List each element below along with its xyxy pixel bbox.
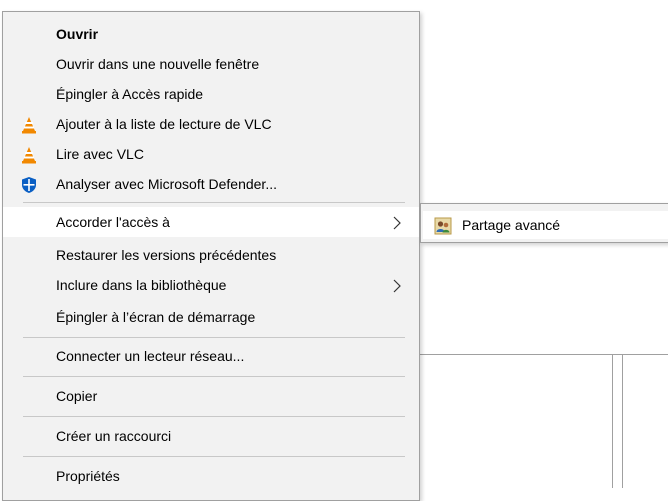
menu-item-vlc-add-playlist[interactable]: Ajouter à la liste de lecture de VLC: [3, 109, 419, 139]
menu-item-include-library[interactable]: Inclure dans la bibliothèque: [3, 270, 419, 300]
menu-item-properties[interactable]: Propriétés: [3, 461, 419, 491]
menu-item-map-network-drive[interactable]: Connecter un lecteur réseau...: [3, 341, 419, 371]
give-access-submenu: Partage avancé: [420, 203, 668, 243]
vlc-icon: [22, 117, 36, 134]
menu-item-label: Créer un raccourci: [56, 428, 172, 444]
menu-separator: [23, 416, 405, 417]
menu-separator: [23, 337, 405, 338]
users-share-icon: [434, 217, 452, 235]
menu-item-pin-start[interactable]: Épingler à l’écran de démarrage: [3, 302, 419, 332]
menu-item-copy[interactable]: Copier: [3, 381, 419, 411]
menu-separator: [23, 456, 405, 457]
menu-item-restore-versions[interactable]: Restaurer les versions précédentes: [3, 240, 419, 270]
vlc-icon: [22, 147, 36, 164]
menu-separator: [23, 202, 405, 203]
background-window-border: [622, 354, 623, 488]
submenu-item-label: Partage avancé: [462, 217, 561, 233]
menu-item-label: Ajouter à la liste de lecture de VLC: [56, 116, 272, 132]
menu-item-label: Épingler à Accès rapide: [56, 86, 204, 102]
defender-shield-icon: [22, 177, 36, 193]
chevron-right-icon: [393, 216, 401, 230]
menu-item-label: Lire avec VLC: [56, 146, 144, 162]
menu-item-label: Restaurer les versions précédentes: [56, 247, 277, 263]
menu-item-label: Accorder l'accès à: [56, 214, 170, 230]
menu-item-give-access[interactable]: Accorder l'accès à: [3, 207, 419, 237]
menu-separator: [23, 376, 405, 377]
background-window-border: [612, 354, 613, 488]
menu-item-label: Ouvrir dans une nouvelle fenêtre: [56, 56, 260, 72]
menu-item-defender-scan[interactable]: Analyser avec Microsoft Defender...: [3, 169, 419, 199]
context-menu: Ouvrir Ouvrir dans une nouvelle fenêtre …: [2, 11, 420, 501]
chevron-right-icon: [393, 279, 401, 293]
submenu-item-advanced-sharing[interactable]: Partage avancé: [423, 211, 668, 239]
menu-item-label: Épingler à l’écran de démarrage: [56, 309, 256, 325]
menu-item-label: Copier: [56, 388, 98, 404]
background-window-border: [420, 354, 668, 355]
menu-item-label: Ouvrir: [56, 26, 99, 42]
menu-item-create-shortcut[interactable]: Créer un raccourci: [3, 421, 419, 451]
menu-item-label: Propriétés: [56, 468, 120, 484]
menu-item-pin-quick-access[interactable]: Épingler à Accès rapide: [3, 79, 419, 109]
menu-item-label: Analyser avec Microsoft Defender...: [56, 176, 277, 192]
menu-item-open-new-window[interactable]: Ouvrir dans une nouvelle fenêtre: [3, 49, 419, 79]
menu-item-open[interactable]: Ouvrir: [3, 19, 419, 49]
menu-item-vlc-play[interactable]: Lire avec VLC: [3, 139, 419, 169]
menu-item-label: Connecter un lecteur réseau...: [56, 348, 245, 364]
menu-item-label: Inclure dans la bibliothèque: [56, 277, 227, 293]
